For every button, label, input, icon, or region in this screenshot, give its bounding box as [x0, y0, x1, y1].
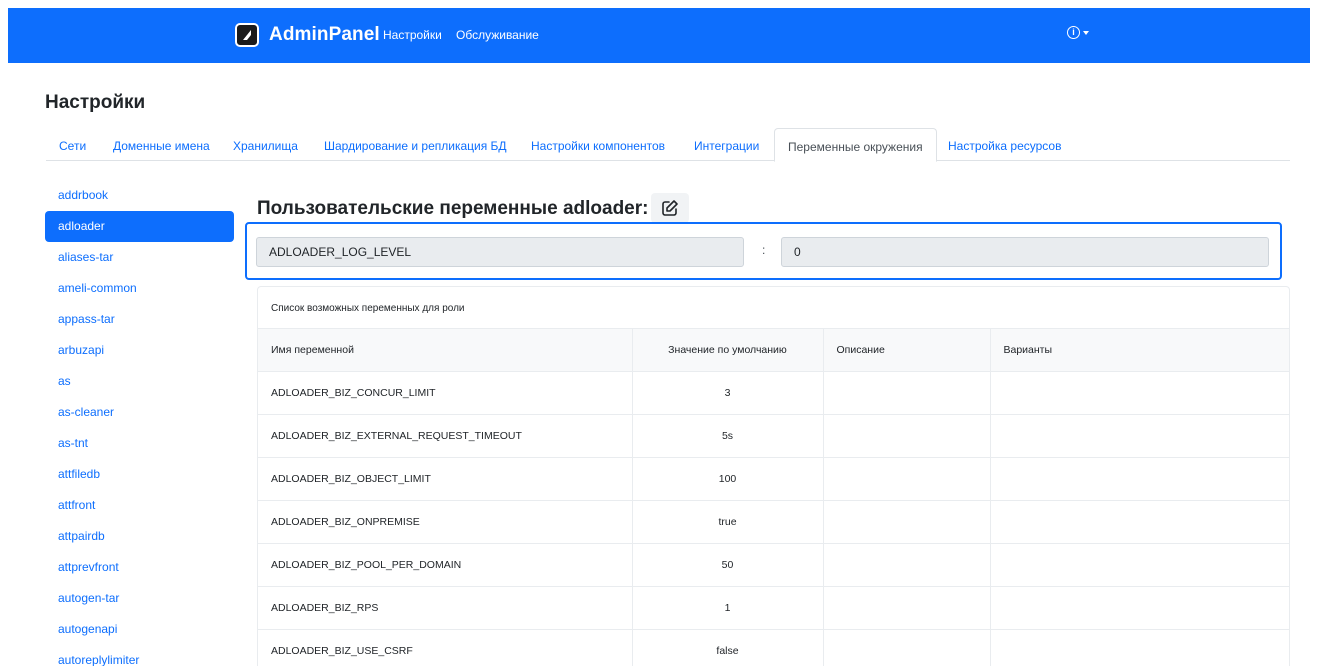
nav-link-maintenance[interactable]: Обслуживание	[456, 28, 539, 42]
sidebar-item-appass-tar[interactable]: appass-tar	[45, 304, 234, 335]
options-cell	[989, 500, 1289, 544]
custom-variable-row: :	[245, 222, 1282, 280]
key-value-separator: :	[762, 243, 766, 257]
sidebar-item-attprevfront[interactable]: attprevfront	[45, 552, 234, 583]
table-header-row: Имя переменной Значение по умолчанию Опи…	[258, 328, 1289, 372]
chevron-down-icon	[1083, 30, 1089, 35]
table-row: ADLOADER_BIZ_OBJECT_LIMIT 100	[258, 457, 1289, 501]
variable-name-cell: ADLOADER_BIZ_EXTERNAL_REQUEST_TIMEOUT	[258, 414, 632, 458]
table-row: ADLOADER_BIZ_CONCUR_LIMIT 3	[258, 371, 1289, 415]
page-title: Настройки	[45, 92, 146, 113]
table-row: ADLOADER_BIZ_USE_CSRF false	[258, 629, 1289, 666]
variable-name-cell: ADLOADER_BIZ_POOL_PER_DOMAIN	[258, 543, 632, 587]
info-dropdown-toggle[interactable]: i	[1067, 26, 1089, 39]
description-cell	[822, 457, 990, 501]
brand[interactable]: AdminPanel	[235, 23, 380, 47]
column-header-description: Описание	[822, 328, 990, 372]
variable-name-field[interactable]	[256, 237, 744, 267]
default-value-cell: 1	[631, 586, 823, 630]
nav-link-settings[interactable]: Настройки	[383, 28, 442, 42]
variable-name-cell: ADLOADER_BIZ_ONPREMISE	[258, 500, 632, 544]
settings-tabs: Сети Доменные имена Хранилища Шардирован…	[46, 128, 1290, 162]
logo-slash-icon	[243, 30, 251, 40]
description-cell	[822, 586, 990, 630]
sidebar-item-adloader[interactable]: adloader	[45, 211, 234, 242]
table-row: ADLOADER_BIZ_RPS 1	[258, 586, 1289, 630]
tab-resource-settings[interactable]: Настройка ресурсов	[948, 128, 1061, 161]
default-value-cell: 50	[631, 543, 823, 587]
options-cell	[989, 543, 1289, 587]
tab-networks[interactable]: Сети	[59, 128, 86, 161]
possible-variables-table: Имя переменной Значение по умолчанию Опи…	[258, 328, 1289, 666]
window-frame-top	[0, 0, 1317, 8]
table-row: ADLOADER_BIZ_EXTERNAL_REQUEST_TIMEOUT 5s	[258, 414, 1289, 458]
description-cell	[822, 500, 990, 544]
info-icon: i	[1067, 26, 1080, 39]
description-cell	[822, 543, 990, 587]
sidebar-item-arbuzapi[interactable]: arbuzapi	[45, 335, 234, 366]
options-cell	[989, 457, 1289, 501]
window-frame-right	[1310, 0, 1317, 666]
top-navbar: AdminPanel Настройки Обслуживание i	[8, 8, 1310, 63]
description-cell	[822, 629, 990, 666]
tab-integrations[interactable]: Интеграции	[694, 128, 759, 161]
sidebar-item-ameli-common[interactable]: ameli-common	[45, 273, 234, 304]
table-row: ADLOADER_BIZ_ONPREMISE true	[258, 500, 1289, 544]
table-row: ADLOADER_BIZ_POOL_PER_DOMAIN 50	[258, 543, 1289, 587]
options-cell	[989, 586, 1289, 630]
edit-icon	[662, 200, 678, 216]
variable-name-cell: ADLOADER_BIZ_CONCUR_LIMIT	[258, 371, 632, 415]
edit-variables-button[interactable]	[651, 193, 689, 223]
column-header-name: Имя переменной	[258, 328, 632, 372]
variable-name-cell: ADLOADER_BIZ_OBJECT_LIMIT	[258, 457, 632, 501]
possible-variables-card: Список возможных переменных для роли Имя…	[257, 286, 1290, 666]
sidebar-item-autoreplylimiter[interactable]: autoreplylimiter	[45, 645, 234, 666]
tab-domain-names[interactable]: Доменные имена	[113, 128, 210, 161]
column-header-options: Варианты	[989, 328, 1289, 372]
options-cell	[989, 414, 1289, 458]
sidebar-item-attpairdb[interactable]: attpairdb	[45, 521, 234, 552]
default-value-cell: false	[631, 629, 823, 666]
tab-storages[interactable]: Хранилища	[233, 128, 298, 161]
variable-name-cell: ADLOADER_BIZ_RPS	[258, 586, 632, 630]
tab-environment-variables[interactable]: Переменные окружения	[774, 128, 937, 162]
default-value-cell: 100	[631, 457, 823, 501]
window-frame-left	[0, 0, 8, 666]
tab-db-sharding-replication[interactable]: Шардирование и репликация БД	[324, 128, 507, 161]
sidebar-item-aliases-tar[interactable]: aliases-tar	[45, 242, 234, 273]
description-cell	[822, 371, 990, 415]
sidebar-item-as[interactable]: as	[45, 366, 234, 397]
brand-name: AdminPanel	[269, 24, 380, 45]
default-value-cell: true	[631, 500, 823, 544]
sidebar-item-attfiledb[interactable]: attfiledb	[45, 459, 234, 490]
sidebar-item-as-tnt[interactable]: as-tnt	[45, 428, 234, 459]
description-cell	[822, 414, 990, 458]
possible-variables-caption: Список возможных переменных для роли	[271, 303, 465, 314]
custom-variables-title: Пользовательские переменные adloader:	[257, 198, 649, 219]
adminpanel-logo-icon	[235, 23, 259, 47]
tab-component-settings[interactable]: Настройки компонентов	[531, 128, 665, 161]
sidebar-item-addrbook[interactable]: addrbook	[45, 180, 234, 211]
role-sidebar: addrbook adloader aliases-tar ameli-comm…	[45, 180, 234, 666]
default-value-cell: 5s	[631, 414, 823, 458]
options-cell	[989, 371, 1289, 415]
variable-name-cell: ADLOADER_BIZ_USE_CSRF	[258, 629, 632, 666]
variable-value-field[interactable]	[781, 237, 1269, 267]
sidebar-item-attfront[interactable]: attfront	[45, 490, 234, 521]
sidebar-item-autogen-tar[interactable]: autogen-tar	[45, 583, 234, 614]
sidebar-item-autogenapi[interactable]: autogenapi	[45, 614, 234, 645]
default-value-cell: 3	[631, 371, 823, 415]
column-header-default: Значение по умолчанию	[631, 328, 823, 372]
options-cell	[989, 629, 1289, 666]
sidebar-item-as-cleaner[interactable]: as-cleaner	[45, 397, 234, 428]
